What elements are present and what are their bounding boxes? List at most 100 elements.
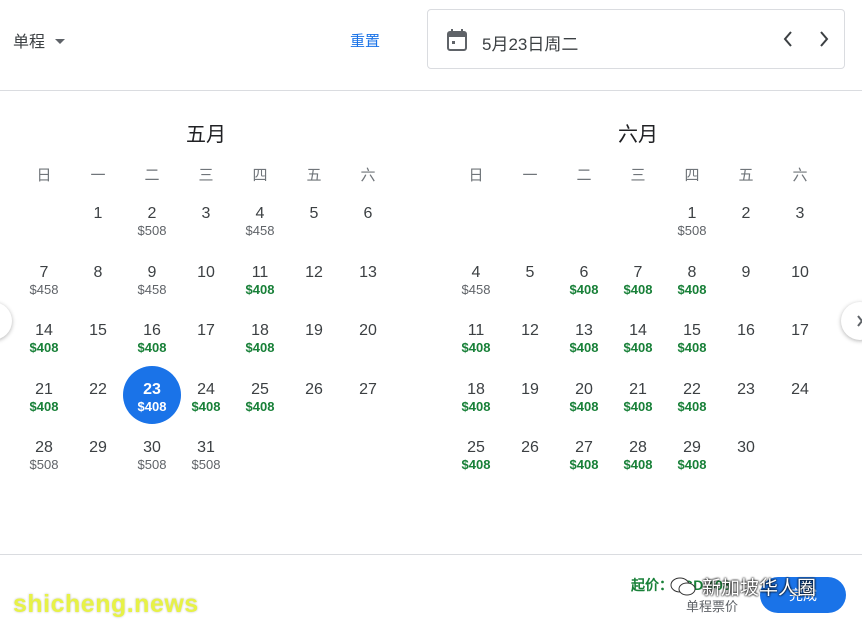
scroll-months-right-button[interactable] bbox=[841, 302, 862, 340]
calendar-day[interactable]: 8 bbox=[71, 261, 125, 315]
calendar-day[interactable]: 29 bbox=[71, 436, 125, 490]
calendar-day[interactable]: 29 $408 bbox=[665, 436, 719, 490]
day-number: 18 bbox=[251, 322, 269, 339]
selected-date-field[interactable]: 5月23日周二 bbox=[427, 9, 845, 69]
calendar-day[interactable]: 13 $408 bbox=[557, 319, 611, 373]
calendar-day[interactable]: 2 bbox=[719, 202, 773, 256]
calendar-day[interactable]: 20 bbox=[341, 319, 395, 373]
calendar-day[interactable]: 15 bbox=[71, 319, 125, 373]
day-number: 21 bbox=[35, 380, 53, 398]
calendar-day[interactable]: 22 $408 bbox=[665, 378, 719, 432]
calendar-day[interactable]: 15 $408 bbox=[665, 319, 719, 373]
calendar-day[interactable]: 24 $408 bbox=[179, 378, 233, 432]
calendar-day[interactable]: 1 bbox=[71, 202, 125, 256]
day-number: 4 bbox=[255, 205, 265, 222]
calendar-day[interactable]: 5 bbox=[287, 202, 341, 256]
calendar-day[interactable]: 3 bbox=[179, 202, 233, 256]
calendar-day[interactable]: 14 $408 bbox=[17, 319, 71, 373]
day-number: 22 bbox=[683, 380, 701, 398]
day-price-lowest: $408 bbox=[677, 340, 707, 355]
calendar-day[interactable]: 27 bbox=[341, 378, 395, 432]
chevron-right-icon bbox=[820, 31, 829, 47]
calendar-day[interactable]: 18 $408 bbox=[233, 319, 287, 373]
calendar-day[interactable]: 19 bbox=[503, 378, 557, 432]
calendar-day[interactable]: 25 $408 bbox=[449, 436, 503, 490]
calendar-day[interactable]: 12 bbox=[287, 261, 341, 315]
calendar-day[interactable]: 9 $458 bbox=[125, 261, 179, 315]
day-price-lowest: $408 bbox=[137, 340, 167, 355]
day-number: 30 bbox=[737, 439, 755, 456]
calendar-day[interactable]: 26 bbox=[503, 436, 557, 490]
calendar-day[interactable]: 26 bbox=[287, 378, 341, 432]
weekday-label: 五 bbox=[738, 167, 754, 184]
calendar-day[interactable]: 16 $408 bbox=[125, 319, 179, 373]
trip-type-dropdown[interactable]: 单程 bbox=[13, 28, 66, 52]
day-price: $458 bbox=[461, 281, 491, 297]
calendar-day[interactable]: 11 $408 bbox=[449, 319, 503, 373]
scroll-months-left-button[interactable] bbox=[0, 302, 12, 340]
calendar-day[interactable]: 31 $508 bbox=[179, 436, 233, 490]
caret-down-icon bbox=[55, 38, 66, 44]
calendar-day[interactable]: 20 $408 bbox=[557, 378, 611, 432]
day-number: 9 bbox=[741, 263, 751, 281]
calendar-day[interactable]: 14 $408 bbox=[611, 319, 665, 373]
previous-day-button[interactable] bbox=[773, 24, 803, 54]
calendar-day[interactable]: 12 bbox=[503, 319, 557, 373]
calendar-day[interactable]: 18 $408 bbox=[449, 378, 503, 432]
calendar-day[interactable]: 4 $458 bbox=[449, 261, 503, 315]
calendar-day[interactable]: 10 bbox=[179, 261, 233, 315]
day-number: 8 bbox=[687, 263, 697, 281]
calendar-day-selected[interactable]: 23 $408 bbox=[123, 365, 181, 432]
calendar-day[interactable]: 21 $408 bbox=[611, 378, 665, 432]
calendar-day[interactable]: 28 $508 bbox=[17, 436, 71, 490]
calendar-day[interactable]: 25 $408 bbox=[233, 378, 287, 432]
weekday-label: 日 bbox=[468, 167, 484, 184]
calendar-day[interactable]: 6 $408 bbox=[557, 261, 611, 315]
calendar-day[interactable]: 1 $508 bbox=[665, 202, 719, 256]
day-number: 5 bbox=[525, 263, 535, 281]
calendar-day[interactable]: 6 bbox=[341, 202, 395, 256]
calendar-day[interactable]: 17 bbox=[773, 319, 827, 373]
weekday-header: 日 一 二 三 四 五 六 bbox=[17, 164, 395, 184]
calendar-day[interactable]: 30 bbox=[719, 436, 773, 490]
day-price: $508 bbox=[137, 457, 167, 472]
calendar-day[interactable]: 23 bbox=[719, 378, 773, 432]
calendar-day[interactable]: 3 bbox=[773, 202, 827, 256]
day-number: 27 bbox=[575, 439, 593, 456]
day-number: 1 bbox=[93, 205, 103, 222]
day-price-lowest: $408 bbox=[245, 340, 275, 355]
calendar-day[interactable]: 2 $508 bbox=[125, 202, 179, 256]
calendar-day[interactable]: 9 bbox=[719, 261, 773, 315]
selected-date-text: 5月23日周二 bbox=[482, 35, 579, 54]
calendar-day[interactable]: 17 bbox=[179, 319, 233, 373]
next-day-button[interactable] bbox=[809, 24, 839, 54]
calendar-day[interactable]: 22 bbox=[71, 378, 125, 432]
day-price-lowest: $408 bbox=[461, 398, 491, 414]
reset-button[interactable]: 重置 bbox=[350, 30, 380, 51]
calendar-day[interactable]: 4 $458 bbox=[233, 202, 287, 256]
day-price-lowest: $408 bbox=[245, 281, 275, 297]
day-price-lowest: $408 bbox=[29, 398, 59, 414]
calendar-day[interactable]: 7 $458 bbox=[17, 261, 71, 315]
calendar-day[interactable]: 10 bbox=[773, 261, 827, 315]
calendar-day[interactable]: 19 bbox=[287, 319, 341, 373]
calendar-day[interactable]: 5 bbox=[503, 261, 557, 315]
day-number: 23 bbox=[143, 380, 161, 398]
day-price-lowest: $408 bbox=[677, 281, 707, 297]
calendar-day[interactable]: 7 $408 bbox=[611, 261, 665, 315]
calendar-day[interactable]: 30 $508 bbox=[125, 436, 179, 490]
day-price: $458 bbox=[245, 223, 275, 238]
calendar-day[interactable]: 16 bbox=[719, 319, 773, 373]
calendar-day[interactable]: 21 $408 bbox=[17, 378, 71, 432]
day-number: 14 bbox=[629, 322, 647, 339]
calendar-day[interactable]: 8 $408 bbox=[665, 261, 719, 315]
day-price-lowest: $408 bbox=[461, 340, 491, 355]
calendar-day[interactable]: 27 $408 bbox=[557, 436, 611, 490]
calendar-day[interactable]: 13 bbox=[341, 261, 395, 315]
day-number: 25 bbox=[467, 439, 485, 456]
calendar-day[interactable]: 24 bbox=[773, 378, 827, 432]
calendar-day[interactable]: 11 $408 bbox=[233, 261, 287, 315]
day-number: 18 bbox=[467, 380, 485, 398]
calendar-day[interactable]: 28 $408 bbox=[611, 436, 665, 490]
day-number: 24 bbox=[197, 380, 215, 398]
